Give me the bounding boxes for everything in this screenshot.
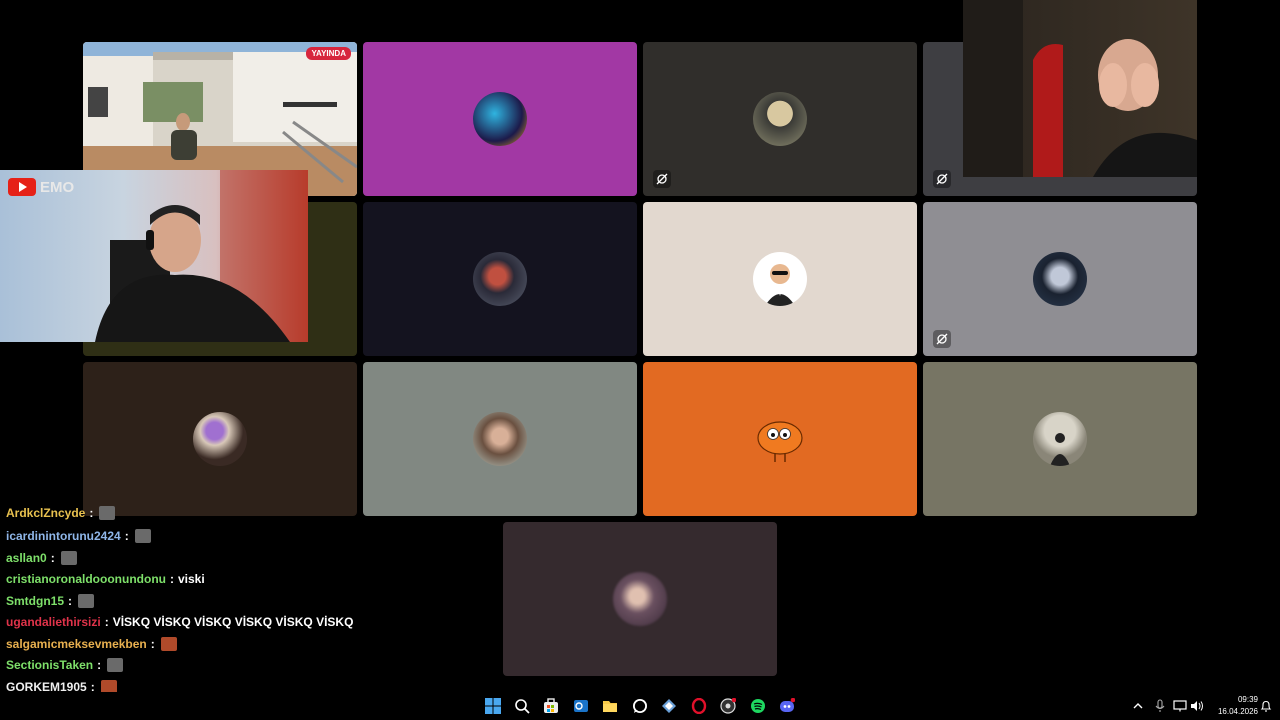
chat-username: Smtdgn15: [6, 594, 65, 608]
streamer-name: EMO: [40, 178, 75, 196]
chat-username: SectionisTaken: [6, 658, 94, 672]
youtube-icon: [8, 178, 36, 196]
avatar: [473, 92, 527, 146]
youtube-channel-badge: EMO: [8, 178, 74, 196]
chat-message: salgamicmeksevmekben :: [6, 634, 177, 654]
avatar: [473, 412, 527, 466]
file-explorer-icon[interactable]: [600, 696, 620, 716]
avatar: [613, 572, 667, 626]
clock-time: 09:39: [1237, 695, 1258, 704]
face-emote-icon: [160, 637, 177, 651]
clock[interactable]: 09:39 16.04.2026: [1206, 694, 1258, 718]
participant-tile[interactable]: [83, 362, 357, 516]
participant-tile[interactable]: [363, 202, 637, 356]
notification-bell-icon[interactable]: [1256, 696, 1276, 716]
avatar: [753, 92, 807, 146]
volume-icon[interactable]: [1187, 696, 1207, 716]
chat-message: ArdkclZncyde :: [6, 504, 116, 523]
chat-separator: :: [169, 572, 174, 586]
avatar: [753, 252, 807, 306]
chat-message: SectionisTaken :: [6, 655, 124, 675]
avatar: [473, 252, 527, 306]
obs-icon[interactable]: [718, 696, 738, 716]
opera-icon[interactable]: [689, 696, 709, 716]
camera-off-icon: [653, 170, 671, 188]
chat-separator: :: [97, 658, 102, 672]
chat-username: asllan0: [6, 551, 47, 565]
store-icon[interactable]: [541, 696, 561, 716]
avatar: [1033, 412, 1087, 466]
participant-tile[interactable]: [923, 362, 1197, 516]
taskbar: 09:39 16.04.2026: [0, 692, 1280, 720]
chat-separator: :: [124, 529, 129, 543]
avatar: [753, 412, 807, 466]
chat-username: salgamicmeksevmekben: [6, 637, 147, 651]
camera-off-icon: [933, 170, 951, 188]
participant-tile[interactable]: [363, 42, 637, 196]
rock-emote-icon: [60, 551, 77, 565]
chat-username: icardinintorunu2424: [6, 529, 121, 543]
chat-overlay: ArdkclZncyde : icardinintorunu2424 : asl…: [0, 504, 500, 720]
network-app-icon[interactable]: [659, 696, 679, 716]
guest-figure: [963, 0, 1197, 177]
spotify-icon[interactable]: [748, 696, 768, 716]
chat-message: asllan0 :: [6, 548, 77, 568]
chat-separator: :: [104, 615, 109, 629]
chat-username: ArdkclZncyde: [6, 506, 86, 520]
chat-username: cristianoronaldooonundonu: [6, 572, 166, 586]
participant-tile[interactable]: [503, 522, 777, 676]
rock-emote-icon: [78, 594, 95, 608]
discord-icon[interactable]: [777, 696, 797, 716]
participant-tile[interactable]: [923, 202, 1197, 356]
chat-separator: :: [50, 551, 55, 565]
chat-separator: :: [68, 594, 73, 608]
participant-tile[interactable]: [643, 202, 917, 356]
live-badge: YAYINDA: [306, 47, 351, 60]
search-icon[interactable]: [512, 696, 532, 716]
chat-message: cristianoronaldooonundonu : viski: [6, 569, 205, 589]
rock-emote-icon: [134, 529, 151, 543]
guest-webcam: [963, 0, 1197, 177]
avatar: [1033, 252, 1087, 306]
camera-off-icon: [933, 330, 951, 348]
chat-message: ugandaliethirsizi : VİSKQ VİSKQ VİSKQ Vİ…: [6, 612, 353, 632]
participant-tile[interactable]: [643, 362, 917, 516]
avatar: [193, 412, 247, 466]
rock-emote-icon: [99, 506, 116, 520]
participant-tile[interactable]: [643, 42, 917, 196]
streamer-webcam: EMO: [0, 170, 308, 342]
clock-date: 16.04.2026: [1217, 707, 1258, 716]
chat-text: viski: [177, 572, 205, 586]
chat-text: VİSKQ VİSKQ VİSKQ VİSKQ VİSKQ VİSKQ: [112, 615, 354, 629]
start-icon[interactable]: [483, 696, 503, 716]
chat-message: Smtdgn15 :: [6, 591, 95, 611]
whatsapp-icon[interactable]: [630, 696, 650, 716]
chat-username: ugandaliethirsizi: [6, 615, 101, 629]
chevron-up-icon[interactable]: [1128, 696, 1148, 716]
outlook-icon[interactable]: [571, 696, 591, 716]
participant-tile[interactable]: [363, 362, 637, 516]
microphone-icon[interactable]: [1150, 696, 1170, 716]
chat-separator: :: [89, 506, 94, 520]
chat-message: icardinintorunu2424 :: [6, 526, 151, 546]
chat-separator: :: [150, 637, 155, 651]
rock-emote-icon: [107, 658, 124, 672]
